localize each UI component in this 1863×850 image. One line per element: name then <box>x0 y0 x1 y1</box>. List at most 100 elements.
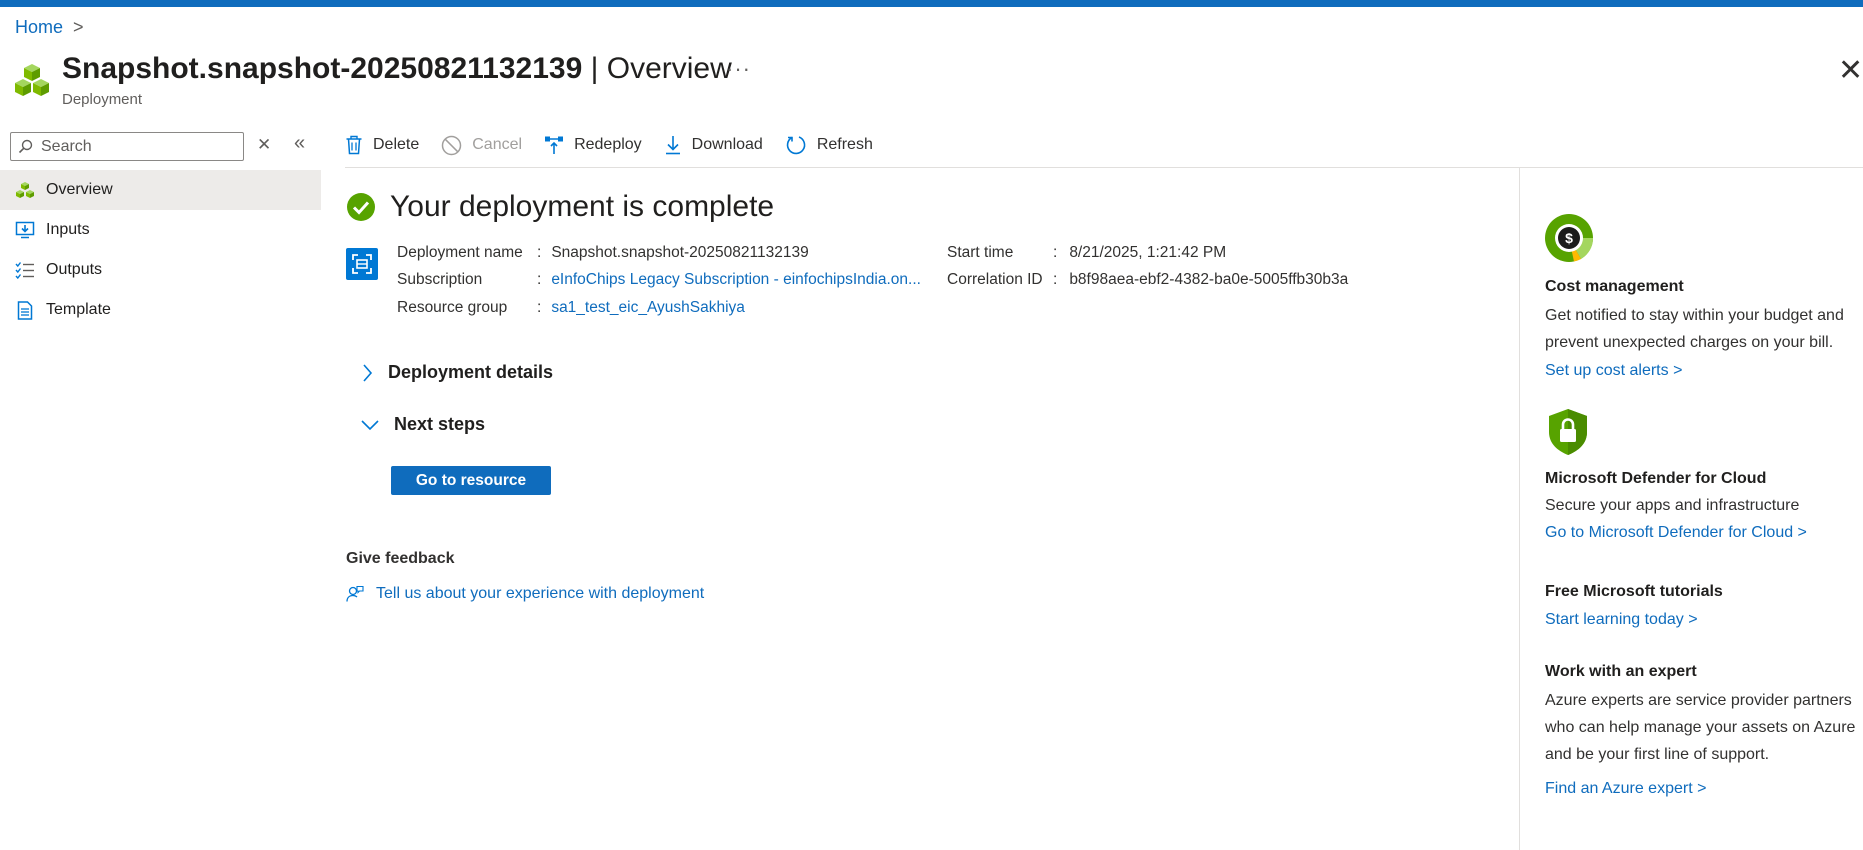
subscription-link[interactable]: eInfoChips Legacy Subscription - einfoch… <box>551 271 921 288</box>
page-title: Snapshot.snapshot-20250821132139 | Overv… <box>62 52 732 86</box>
cost-management-icon: $ <box>1545 214 1594 262</box>
subscription-label: Subscription <box>397 271 483 288</box>
cost-management-text: Get notified to stay within your budget … <box>1545 307 1844 351</box>
clear-search-button[interactable]: ✕ <box>257 135 271 155</box>
cancel-label: Cancel <box>472 136 523 153</box>
deployment-details-toggle[interactable]: Deployment details <box>360 362 553 383</box>
sidebar: Overview Inputs Outputs Template <box>0 170 321 330</box>
resource-group-row: Resource group: sa1_test_eic_AyushSakhiy… <box>397 299 745 317</box>
resource-group-label: Resource group <box>397 299 508 316</box>
outputs-icon <box>14 259 36 281</box>
deployment-name-row: Deployment name: Snapshot.snapshot-20250… <box>397 244 809 262</box>
sidebar-item-template[interactable]: Template <box>0 290 321 330</box>
command-bar: Delete Cancel Redeploy Download Refresh <box>345 128 895 162</box>
cost-management-title: Cost management <box>1545 278 1684 295</box>
feedback-title: Give feedback <box>346 550 455 567</box>
trash-icon <box>345 135 363 155</box>
breadcrumb-home[interactable]: Home <box>15 17 63 38</box>
deployment-name-value: Snapshot.snapshot-20250821132139 <box>551 244 809 261</box>
template-icon <box>14 299 36 321</box>
right-pane-divider <box>1519 168 1520 850</box>
defender-link[interactable]: Go to Microsoft Defender for Cloud > <box>1545 524 1860 542</box>
status-heading: Your deployment is complete <box>390 190 775 223</box>
correlation-id-value: b8f98aea-ebf2-4382-ba0e-5005ffb30b3a <box>1069 271 1349 288</box>
start-time-row: Start time: 8/21/2025, 1:21:42 PM <box>947 244 1226 262</box>
more-options-button[interactable]: ··· <box>726 56 751 82</box>
next-steps-label: Next steps <box>394 414 486 434</box>
resource-group-link[interactable]: sa1_test_eic_AyushSakhiya <box>551 299 745 316</box>
expert-text: Azure experts are service provider partn… <box>1545 692 1856 763</box>
refresh-icon <box>785 134 807 156</box>
sidebar-item-label: Overview <box>46 181 113 198</box>
deployment-details-label: Deployment details <box>388 362 554 382</box>
delete-label: Delete <box>373 136 420 153</box>
deployment-name-label: Deployment name <box>397 244 523 261</box>
breadcrumb: Home > <box>15 17 84 38</box>
sidebar-item-label: Template <box>46 301 111 318</box>
svg-text:$: $ <box>1565 230 1573 246</box>
sidebar-item-label: Outputs <box>46 261 103 278</box>
defender-text: Secure your apps and infrastructure <box>1545 497 1800 514</box>
colon: : <box>1053 271 1058 288</box>
redeploy-button[interactable]: Redeploy <box>544 135 642 155</box>
sidebar-item-overview[interactable]: Overview <box>0 170 321 210</box>
shield-lock-icon <box>1549 409 1587 455</box>
go-to-resource-button[interactable]: Go to resource <box>391 466 551 495</box>
title-separator: | <box>582 52 607 85</box>
deployment-status: Your deployment is complete <box>346 190 774 224</box>
success-check-icon <box>347 193 375 221</box>
refresh-label: Refresh <box>816 136 873 153</box>
search-icon <box>18 139 33 154</box>
redeploy-icon <box>544 135 564 155</box>
feedback-person-icon <box>346 585 364 602</box>
colon: : <box>537 299 542 316</box>
cancel-icon <box>441 135 462 156</box>
deployment-cubes-icon <box>15 64 49 96</box>
colon: : <box>1053 244 1058 261</box>
colon: : <box>537 271 542 288</box>
chevron-down-icon <box>361 419 379 430</box>
portal-top-bar <box>0 0 1863 7</box>
tutorials-link[interactable]: Start learning today > <box>1545 611 1860 629</box>
chevron-right-icon: > <box>73 17 84 37</box>
expert-link[interactable]: Find an Azure expert > <box>1545 780 1860 798</box>
redeploy-label: Redeploy <box>574 136 642 153</box>
subscription-row: Subscription: eInfoChips Legacy Subscrip… <box>397 271 921 289</box>
sidebar-item-label: Inputs <box>46 221 90 238</box>
expert-title: Work with an expert <box>1545 663 1697 680</box>
correlation-id-row: Correlation ID: b8f98aea-ebf2-4382-ba0e-… <box>947 271 1348 289</box>
command-bar-divider <box>345 167 1863 168</box>
correlation-id-label: Correlation ID <box>947 271 1043 288</box>
cost-alerts-link[interactable]: Set up cost alerts > <box>1545 362 1860 380</box>
search-box[interactable] <box>10 132 244 161</box>
sidebar-item-outputs[interactable]: Outputs <box>0 250 321 290</box>
defender-card: Microsoft Defender for Cloud Secure your… <box>1545 470 1860 542</box>
feedback-link[interactable]: Tell us about your experience with deplo… <box>346 585 704 603</box>
feedback-link-label: Tell us about your experience with deplo… <box>376 585 705 602</box>
close-blade-button[interactable]: ✕ <box>1838 56 1863 86</box>
search-input[interactable] <box>39 136 233 157</box>
title-section: Overview <box>606 52 732 85</box>
start-time-value: 8/21/2025, 1:21:42 PM <box>1069 244 1227 261</box>
next-steps-toggle[interactable]: Next steps <box>360 414 485 435</box>
cancel-button[interactable]: Cancel <box>441 135 522 156</box>
deployment-icon <box>346 248 378 280</box>
chevron-right-icon <box>363 363 373 382</box>
delete-button[interactable]: Delete <box>345 135 419 155</box>
download-button[interactable]: Download <box>664 135 763 155</box>
tutorials-title: Free Microsoft tutorials <box>1545 583 1723 600</box>
inputs-icon <box>14 219 36 241</box>
cost-management-card: Cost management Get notified to stay wit… <box>1545 278 1860 380</box>
download-label: Download <box>691 136 763 153</box>
start-time-label: Start time <box>947 244 1014 261</box>
overview-icon <box>14 179 36 201</box>
defender-title: Microsoft Defender for Cloud <box>1545 470 1767 487</box>
download-icon <box>664 135 682 155</box>
colon: : <box>537 244 542 261</box>
sidebar-item-inputs[interactable]: Inputs <box>0 210 321 250</box>
collapse-menu-button[interactable]: « <box>294 132 305 155</box>
refresh-button[interactable]: Refresh <box>785 134 873 156</box>
tutorials-card: Free Microsoft tutorials Start learning … <box>1545 583 1860 629</box>
expert-card: Work with an expert Azure experts are se… <box>1545 663 1860 798</box>
deployment-title-name: Snapshot.snapshot-20250821132139 <box>62 52 583 85</box>
